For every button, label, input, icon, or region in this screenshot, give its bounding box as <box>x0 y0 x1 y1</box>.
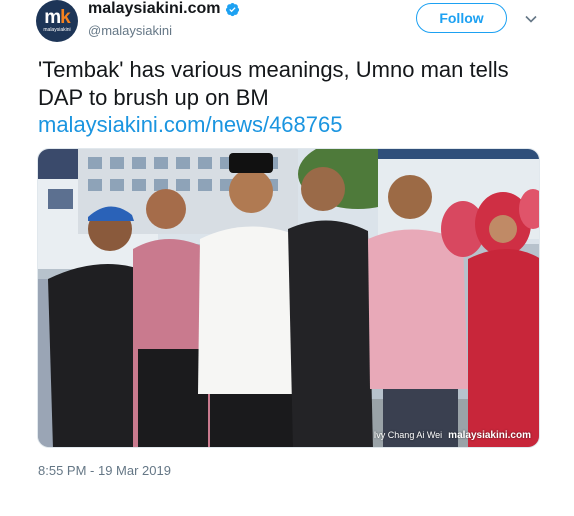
verified-badge-icon <box>225 2 239 16</box>
tweet-timestamp[interactable]: 8:55 PM - 19 Mar 2019 <box>38 463 171 478</box>
tweet-photo[interactable]: Ivy Chang Ai Wei malaysiakini.com <box>37 148 540 448</box>
tweet-link[interactable]: malaysiakini.com/news/468765 <box>38 112 343 138</box>
photo-scene <box>38 149 539 447</box>
tweet-text: 'Tembak' has various meanings, Umno man … <box>38 57 509 110</box>
avatar-subtext: malaysiakini <box>43 27 71 33</box>
account-handle[interactable]: @malaysiakini <box>88 23 172 38</box>
photo-watermark: malaysiakini.com <box>448 430 531 441</box>
display-name[interactable]: malaysiakini.com <box>88 0 240 18</box>
photo-caption: Ivy Chang Ai Wei malaysiakini.com <box>374 430 531 441</box>
chevron-down-icon[interactable] <box>524 12 538 26</box>
avatar-logo: mk <box>44 7 70 28</box>
avatar[interactable]: mk malaysiakini <box>36 0 78 42</box>
photo-credit: Ivy Chang Ai Wei <box>373 430 443 440</box>
display-name-text[interactable]: malaysiakini.com <box>88 0 221 18</box>
follow-button[interactable]: Follow <box>416 3 507 33</box>
